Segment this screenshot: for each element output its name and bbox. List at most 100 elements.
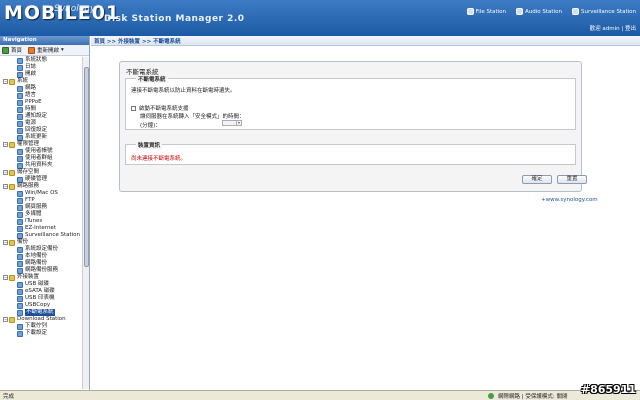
tree-item-label: 不斷電系統 — [25, 309, 55, 316]
tree-item[interactable]: FTP — [0, 197, 82, 204]
scrollbar-thumb[interactable] — [84, 67, 89, 267]
tree-item-label: 網路服務 — [17, 183, 40, 189]
tree-item[interactable]: USB 印表機 — [0, 295, 82, 302]
tree-item[interactable]: 開啟 — [0, 71, 82, 78]
home-button[interactable]: 首頁 — [2, 46, 22, 54]
folder-icon — [9, 274, 15, 281]
tree-item-label: 下載佇列 — [25, 323, 48, 329]
sidebar-scrollbar[interactable] — [82, 57, 89, 389]
audio-station-link[interactable]: Audio Station — [516, 8, 562, 15]
synology-link[interactable]: +www.synology.com — [541, 197, 598, 203]
page-icon — [17, 246, 23, 253]
ups-support-checkbox[interactable] — [131, 105, 136, 111]
folder-icon — [9, 169, 15, 176]
watermark: #865911 — [580, 383, 636, 396]
tree-item[interactable]: 回復設定 — [0, 127, 82, 134]
tree-item[interactable]: 本地備份 — [0, 253, 82, 260]
tree-item-label: 通知設定 — [25, 113, 48, 119]
tree-item[interactable]: USBCopy — [0, 302, 82, 309]
tree-folder[interactable]: − 系統 — [0, 78, 82, 85]
tree-item[interactable]: 網路備份 — [0, 260, 82, 267]
tree-item-label: 語言 — [25, 92, 37, 98]
tree-item-label: Surveillance Station — [25, 232, 81, 238]
ok-button[interactable]: 確定 — [522, 175, 552, 184]
collapse-toggle-icon[interactable]: − — [3, 240, 8, 245]
tree-item-label: 網路備份 — [25, 260, 48, 266]
tree-folder[interactable]: − Download Station — [0, 316, 82, 323]
user-bar[interactable]: 歡迎 admin | 登出 — [590, 24, 636, 32]
browser-status-bar: 完成 網際網路 | 受保護模式: 關閉 — [0, 390, 640, 400]
tree-item[interactable]: 語言 — [0, 92, 82, 99]
reopen-label: 重新開啟 — [37, 48, 60, 54]
top-links: File Station Audio Station Surveillance … — [466, 8, 636, 15]
ups-support-option[interactable]: 啟動不斷電系統支援 — [131, 104, 189, 112]
tree-folder[interactable]: − 儲存空間 — [0, 169, 82, 176]
tree-item-label: FTP — [25, 197, 35, 203]
tree-item[interactable]: 硬碟管理 — [0, 176, 82, 183]
tree-item[interactable]: 下載設定 — [0, 330, 82, 337]
tree-item[interactable]: 使用者帳號 — [0, 148, 82, 155]
page-icon — [17, 330, 23, 337]
collapse-toggle-icon[interactable]: − — [3, 317, 8, 322]
collapse-toggle-icon[interactable]: − — [3, 142, 8, 147]
tree-item[interactable]: 下載佇列 — [0, 323, 82, 330]
collapse-toggle-icon[interactable]: − — [3, 275, 8, 280]
page-icon — [17, 211, 23, 218]
tree-item-label: 使用者帳號 — [25, 148, 53, 154]
page-icon — [17, 106, 23, 113]
page-icon — [17, 92, 23, 99]
tree-item[interactable]: 網路 — [0, 85, 82, 92]
tree-item[interactable]: 不斷電系統 — [0, 309, 82, 316]
file-station-link[interactable]: File Station — [466, 8, 506, 15]
tree-item-label: 電源 — [25, 120, 37, 126]
tree-item[interactable]: 網頁服務 — [0, 204, 82, 211]
tree-item-label: 網路備份服務 — [25, 267, 59, 273]
tree-item[interactable]: 系統設定備份 — [0, 246, 82, 253]
tree-folder[interactable]: − 外接裝置 — [0, 274, 82, 281]
tree-folder[interactable]: − 網路服務 — [0, 183, 82, 190]
tree-item-label: 回復設定 — [25, 127, 48, 133]
page-icon — [17, 295, 23, 302]
tree-item[interactable]: 共用資料夾 — [0, 162, 82, 169]
page-icon — [17, 127, 23, 134]
page-icon — [17, 85, 23, 92]
tree-item[interactable]: 時間 — [0, 106, 82, 113]
tree-item[interactable]: iTunes — [0, 218, 82, 225]
audio-station-label: Audio Station — [525, 8, 562, 15]
reopen-button[interactable]: 重新開啟 ▾ — [28, 46, 64, 54]
collapse-toggle-icon[interactable]: − — [3, 184, 8, 189]
reset-button[interactable]: 重置 — [557, 175, 587, 184]
surveillance-station-label: Surveillance Station — [580, 8, 636, 15]
tree-item[interactable]: 多媒體 — [0, 211, 82, 218]
tree-item-label: 系統狀態 — [25, 57, 48, 63]
page-icon — [17, 197, 23, 204]
collapse-toggle-icon[interactable]: − — [3, 170, 8, 175]
surveillance-station-link[interactable]: Surveillance Station — [571, 8, 636, 15]
tree-item[interactable]: 電源 — [0, 120, 82, 127]
tree-item-label: 本地備份 — [25, 253, 48, 259]
tree-item-label: 系統 — [17, 78, 29, 84]
tree-folder[interactable]: − 備份 — [0, 239, 82, 246]
tree-item[interactable]: 日誌 — [0, 64, 82, 71]
tree-item[interactable]: 系統狀態 — [0, 57, 82, 64]
page-icon — [17, 113, 23, 120]
tree-item[interactable]: Surveillance Station — [0, 232, 82, 239]
folder-icon — [9, 239, 15, 246]
tree-item[interactable]: 系統更新 — [0, 134, 82, 141]
tree-item[interactable]: 通知設定 — [0, 113, 82, 120]
tree-item[interactable]: Win/Mac OS — [0, 190, 82, 197]
tree-folder[interactable]: − 權限管理 — [0, 141, 82, 148]
status-zone: 網際網路 | 受保護模式: 關閉 — [488, 392, 567, 400]
device-info-fieldset: 裝置資訊 尚未連接不斷電系統。 — [125, 141, 576, 165]
minutes-select[interactable]: ▾ — [222, 120, 242, 126]
chevron-down-icon: ▾ — [61, 47, 64, 53]
tree-item[interactable]: EZ-Internet — [0, 225, 82, 232]
collapse-toggle-icon[interactable]: − — [3, 79, 8, 84]
tree-item-label: EZ-Internet — [25, 225, 56, 231]
tree-item[interactable]: PPPoE — [0, 99, 82, 106]
tree-item[interactable]: 網路備份服務 — [0, 267, 82, 274]
page-icon — [17, 267, 23, 274]
tree-item[interactable]: 使用者群組 — [0, 155, 82, 162]
tree-item[interactable]: USB 磁碟 — [0, 281, 82, 288]
tree-item[interactable]: eSATA 磁碟 — [0, 288, 82, 295]
